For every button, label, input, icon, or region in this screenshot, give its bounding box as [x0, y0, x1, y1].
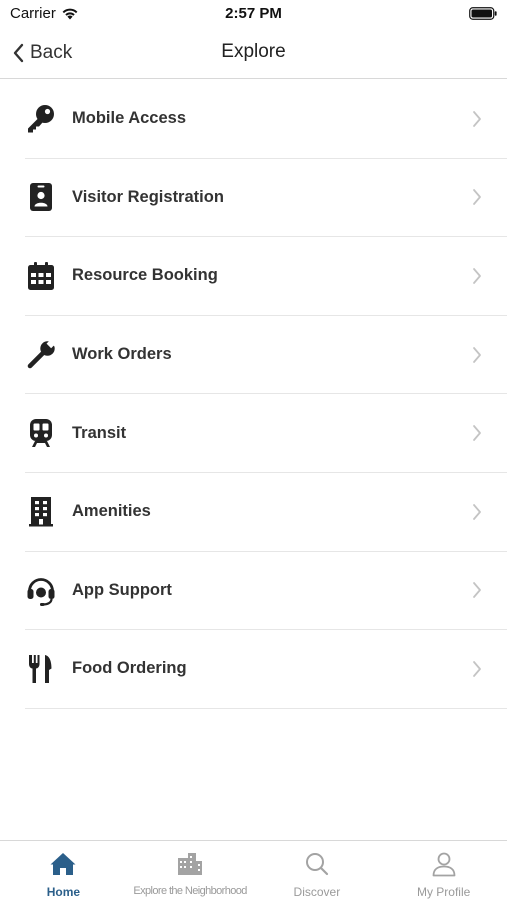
- menu-item-label: Food Ordering: [72, 659, 187, 678]
- menu-item-transit[interactable]: Transit: [25, 394, 507, 473]
- menu-item-amenities[interactable]: Amenities: [25, 473, 507, 552]
- tab-my-profile[interactable]: My Profile: [380, 841, 507, 900]
- menu-item-label: Transit: [72, 423, 127, 442]
- tab-discover[interactable]: Discover: [254, 841, 381, 900]
- chevron-right-icon: [473, 110, 481, 127]
- wrench-icon: [25, 338, 57, 371]
- tab-label: Discover: [293, 885, 341, 899]
- chevron-right-icon: [473, 268, 481, 284]
- menu-item-label: App Support: [72, 580, 172, 599]
- menu-item-visitor-registration[interactable]: Visitor Registration: [25, 159, 507, 238]
- menu-item-food-ordering[interactable]: Food Ordering: [25, 630, 507, 709]
- building-icon: [25, 496, 57, 528]
- clock: 2:57 PM: [225, 5, 282, 22]
- id-badge-icon: [25, 181, 57, 213]
- menu-item-label: Mobile Access: [72, 109, 187, 128]
- menu-item-mobile-access[interactable]: Mobile Access: [25, 80, 507, 159]
- navigation-bar: Back Explore: [0, 28, 507, 79]
- search-icon: [305, 853, 328, 876]
- chevron-right-icon: [473, 503, 481, 520]
- utensils-icon: [25, 653, 57, 685]
- menu-item-label: Resource Booking: [72, 266, 218, 285]
- page-title: Explore: [221, 41, 286, 62]
- city-icon: [178, 853, 203, 875]
- train-icon: [25, 417, 57, 449]
- person-icon: [432, 852, 456, 877]
- tab-label: My Profile: [416, 885, 471, 899]
- chevron-right-icon: [473, 425, 481, 442]
- battery-icon: [469, 7, 497, 20]
- status-bar: Carrier 2:57 PM: [0, 0, 507, 28]
- chevron-right-icon: [473, 582, 481, 599]
- tab-explore-neighborhood[interactable]: Explore the Neighborhood: [127, 841, 254, 900]
- menu-item-label: Work Orders: [72, 345, 172, 364]
- menu-item-resource-booking[interactable]: Resource Booking: [25, 237, 507, 316]
- key-icon: [25, 103, 57, 135]
- tab-label: Explore the Neighborhood: [133, 885, 247, 897]
- tab-home[interactable]: Home: [0, 841, 127, 900]
- tab-label: Home: [46, 885, 81, 899]
- home-icon: [50, 853, 76, 875]
- chevron-right-icon: [473, 189, 481, 206]
- explore-menu-list: Mobile Access Visitor Registration Resou…: [0, 80, 507, 709]
- menu-item-app-support[interactable]: App Support: [25, 552, 507, 631]
- chevron-right-icon: [473, 661, 481, 677]
- headset-icon: [25, 574, 57, 607]
- tab-bar: Home Explore the Neighborhood Discover M…: [0, 840, 507, 900]
- menu-item-label: Visitor Registration: [72, 187, 224, 206]
- menu-item-label: Amenities: [72, 502, 151, 521]
- calendar-icon: [25, 260, 57, 292]
- chevron-right-icon: [473, 346, 481, 363]
- menu-item-work-orders[interactable]: Work Orders: [25, 316, 507, 395]
